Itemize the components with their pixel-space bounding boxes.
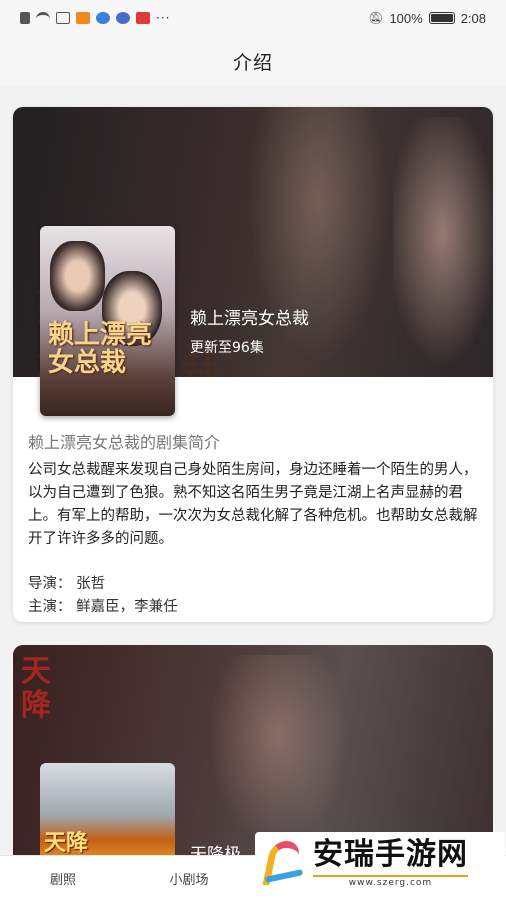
status-bar: ··· 🔕︎ 100% 2:08 <box>0 0 506 36</box>
poster-actor-image <box>50 241 105 311</box>
header: 介绍 <box>0 36 506 86</box>
drama-intro-card: 赖上亮女总裁 赖上漂亮女总裁 更新至96集 赖上漂亮女总裁 赖上漂亮女总裁的剧集… <box>13 107 493 622</box>
next-drama-poster[interactable]: 天降 <box>40 763 175 855</box>
app-icon <box>56 12 70 24</box>
status-right: 🔕︎ 100% 2:08 <box>368 11 486 26</box>
next-drama-card[interactable]: 天降 天降 天降极 <box>13 645 493 855</box>
site-watermark: 安瑞手游网 www.szerg.com <box>255 832 505 894</box>
warning-icon <box>20 12 30 24</box>
director-credit: 导演： 张哲 <box>28 576 106 592</box>
summary-heading: 赖上漂亮女总裁的剧集简介 <box>28 433 221 452</box>
next-drama-title-art: 天降 <box>21 654 51 723</box>
music-icon <box>116 12 130 24</box>
wifi-icon <box>36 12 50 24</box>
battery-percent: 100% <box>389 10 423 26</box>
clock: 2:08 <box>460 10 486 26</box>
next-drama-title: 天降极 <box>190 845 241 855</box>
nav-theater[interactable]: 小剧场 <box>126 856 252 900</box>
nav-stills[interactable]: 剧照 <box>0 856 126 900</box>
mute-icon: 🔕︎ <box>368 11 384 25</box>
cast-credit: 主演： 鲜嘉臣，李兼任 <box>28 599 178 615</box>
drama-poster[interactable]: 赖上漂亮女总裁 <box>40 226 175 416</box>
next-drama-scene-image <box>203 655 353 855</box>
watermark-url: www.szerg.com <box>313 875 468 888</box>
mail-icon <box>136 12 150 24</box>
more-icon: ··· <box>156 11 171 25</box>
watermark-name: 安瑞手游网 <box>313 837 468 872</box>
battery-icon <box>428 12 455 24</box>
episode-update: 更新至96集 <box>190 340 264 356</box>
page-title: 介绍 <box>232 51 273 74</box>
drama-title: 赖上漂亮女总裁 <box>190 309 309 329</box>
notification-icons: ··· <box>20 11 170 25</box>
summary-text: 公司女总裁醒来发现自己身处陌生房间，身边还睡着一个陌生的男人，以为自己遭到了色狼… <box>28 462 478 547</box>
video-icon <box>76 12 90 24</box>
watermark-logo-icon <box>261 837 307 889</box>
next-poster-title-text: 天降 <box>44 830 89 855</box>
poster-title-text: 赖上漂亮女总裁 <box>48 320 153 378</box>
browser-icon <box>96 12 110 24</box>
